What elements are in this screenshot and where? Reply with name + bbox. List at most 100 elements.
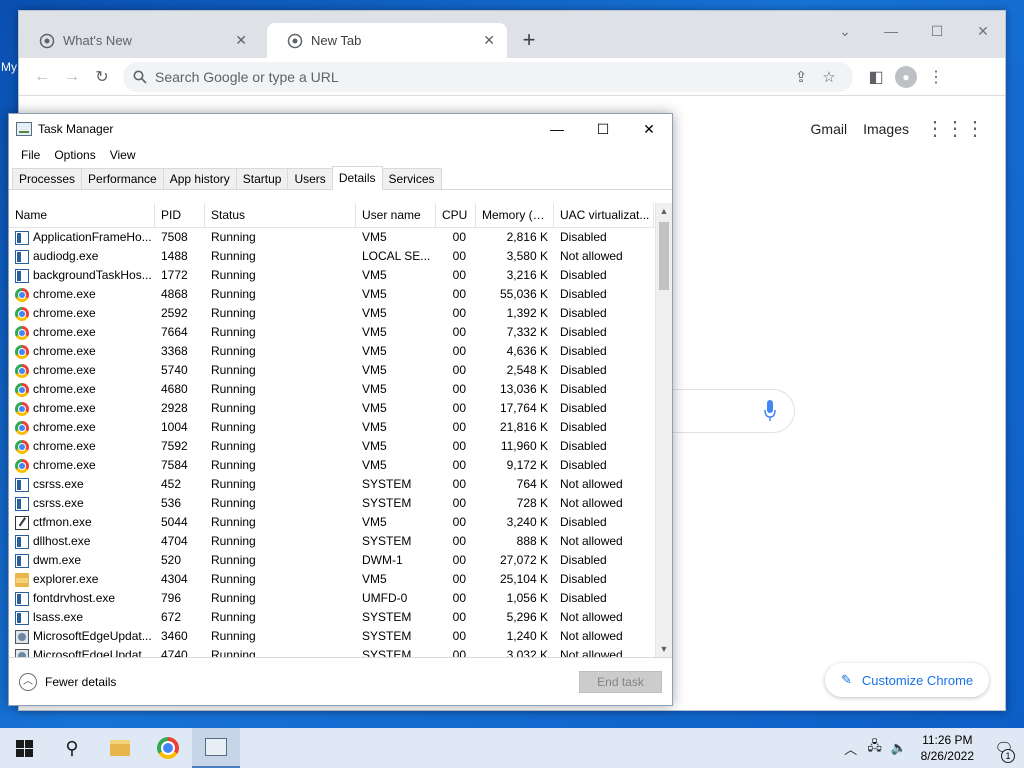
scroll-thumb[interactable]: [659, 222, 669, 290]
column-header-status[interactable]: Status: [205, 203, 356, 227]
tab-app-history[interactable]: App history: [162, 168, 237, 189]
table-row[interactable]: lsass.exe 672 Running SYSTEM 00 5,296 K Not al…: [9, 608, 672, 627]
vertical-scrollbar[interactable]: ▲ ▼: [655, 203, 672, 658]
menu-kebab-icon[interactable]: ⋮: [921, 62, 951, 92]
tab-search-icon[interactable]: ⌄: [822, 17, 868, 45]
apps-grid-icon[interactable]: ⋮⋮⋮: [925, 119, 985, 139]
menu-file[interactable]: File: [15, 148, 46, 162]
table-row[interactable]: chrome.exe 4680 Running VM5 00 13,036 K Disabl…: [9, 380, 672, 399]
chrome-icon: [15, 363, 29, 378]
file-explorer-button[interactable]: [96, 728, 144, 768]
new-tab-button[interactable]: +: [517, 28, 541, 52]
chrome-icon: [15, 382, 29, 397]
volume-icon[interactable]: 🔈: [887, 740, 911, 756]
table-row[interactable]: chrome.exe 4868 Running VM5 00 55,036 K Disabl…: [9, 285, 672, 304]
tab-startup[interactable]: Startup: [235, 168, 289, 189]
cpu-cell: 00: [452, 230, 466, 244]
notification-button[interactable]: 🗨 1: [984, 739, 1024, 763]
table-row[interactable]: csrss.exe 536 Running SYSTEM 00 728 K Not allo…: [9, 494, 672, 513]
menu-options[interactable]: Options: [48, 148, 101, 162]
process-name: audiodg.exe: [33, 249, 99, 263]
tab-new-tab[interactable]: New Tab ✕: [267, 23, 507, 58]
status-cell: Running: [211, 230, 256, 244]
table-row[interactable]: dwm.exe 520 Running DWM-1 00 27,072 K Disabled: [9, 551, 672, 570]
table-row[interactable]: ApplicationFrameHo... 7508 Running VM5 00 2,8…: [9, 228, 672, 247]
task-manager-taskbar-button[interactable]: [192, 728, 240, 768]
folder-icon: [15, 572, 29, 587]
share-icon[interactable]: ⇪: [787, 68, 815, 86]
forward-icon[interactable]: →: [57, 62, 87, 92]
table-row[interactable]: chrome.exe 2928 Running VM5 00 17,764 K Disabl…: [9, 399, 672, 418]
table-row[interactable]: chrome.exe 7664 Running VM5 00 7,332 K Disable…: [9, 323, 672, 342]
microphone-icon[interactable]: [764, 400, 776, 422]
scroll-up-icon[interactable]: ▲: [656, 203, 672, 220]
search-icon[interactable]: ⚲: [48, 728, 96, 768]
back-icon[interactable]: ←: [27, 62, 57, 92]
maximize-button[interactable]: ☐: [580, 121, 626, 138]
close-icon[interactable]: ✕: [235, 32, 247, 49]
maximize-button[interactable]: ☐: [914, 17, 960, 45]
scroll-down-icon[interactable]: ▼: [656, 641, 672, 658]
menu-view[interactable]: View: [104, 148, 142, 162]
table-header: ^ Name PID Status User name CPU Memory (…: [9, 203, 672, 228]
desktop-icon-label[interactable]: My: [1, 60, 17, 74]
reload-icon[interactable]: ↻: [87, 62, 117, 92]
process-name: backgroundTaskHos...: [33, 268, 152, 282]
tab-details[interactable]: Details: [331, 166, 383, 190]
edge-update-icon: [15, 629, 29, 644]
tab-performance[interactable]: Performance: [81, 168, 164, 189]
column-header-cpu[interactable]: CPU: [436, 203, 476, 227]
process-name: chrome.exe: [33, 401, 96, 415]
gmail-link[interactable]: Gmail: [811, 121, 848, 137]
table-row[interactable]: chrome.exe 7592 Running VM5 00 11,960 K Disabl…: [9, 437, 672, 456]
table-row[interactable]: dllhost.exe 4704 Running SYSTEM 00 888 K Not a…: [9, 532, 672, 551]
table-row[interactable]: MicrosoftEdgeUpdat... 3460 Running SYSTEM 00…: [9, 627, 672, 646]
table-row[interactable]: audiodg.exe 1488 Running LOCAL SE... 00 3,580…: [9, 247, 672, 266]
images-link[interactable]: Images: [863, 121, 909, 137]
network-icon[interactable]: 🖧: [863, 737, 887, 759]
chrome-taskbar-button[interactable]: [144, 728, 192, 768]
column-header-memory[interactable]: Memory (a...: [476, 203, 554, 227]
table-row[interactable]: chrome.exe 3368 Running VM5 00 4,636 K Disable…: [9, 342, 672, 361]
omnibox[interactable]: Search Google or type a URL ⇪ ☆: [123, 61, 853, 92]
side-panel-icon[interactable]: ◧: [861, 62, 891, 92]
chevron-up-icon[interactable]: ︿: [839, 739, 863, 758]
table-row[interactable]: backgroundTaskHos... 1772 Running VM5 00 3,21…: [9, 266, 672, 285]
user-cell: VM5: [362, 420, 387, 434]
table-row[interactable]: csrss.exe 452 Running SYSTEM 00 764 K Not allo…: [9, 475, 672, 494]
user-cell: VM5: [362, 306, 387, 320]
app-icon: [15, 249, 29, 264]
table-row[interactable]: fontdrvhost.exe 796 Running UMFD-0 00 1,056 K…: [9, 589, 672, 608]
table-row[interactable]: ctfmon.exe 5044 Running VM5 00 3,240 K Disable…: [9, 513, 672, 532]
column-header-pid[interactable]: PID: [155, 203, 205, 227]
close-icon[interactable]: ✕: [483, 32, 495, 49]
minimize-button[interactable]: —: [534, 121, 580, 137]
column-header-name[interactable]: Name: [9, 203, 155, 227]
close-button[interactable]: ✕: [960, 17, 1006, 45]
bookmark-star-icon[interactable]: ☆: [815, 68, 843, 86]
tab-whats-new[interactable]: What's New ✕: [19, 23, 259, 58]
table-row[interactable]: chrome.exe 1004 Running VM5 00 21,816 K Disabl…: [9, 418, 672, 437]
title-bar[interactable]: Task Manager — ☐ ✕: [9, 114, 672, 144]
end-task-button[interactable]: End task: [579, 670, 662, 693]
close-button[interactable]: ✕: [626, 121, 672, 138]
column-header-uac[interactable]: UAC virtualizat...: [554, 203, 654, 227]
customize-chrome-button[interactable]: ✎ Customize Chrome: [825, 663, 990, 697]
uac-cell: Disabled: [560, 458, 607, 472]
table-row[interactable]: explorer.exe 4304 Running VM5 00 25,104 K Disa…: [9, 570, 672, 589]
fewer-details-link[interactable]: Fewer details: [45, 675, 579, 689]
chevron-up-icon[interactable]: ︿: [19, 672, 37, 691]
cpu-cell: 00: [452, 306, 466, 320]
tab-services[interactable]: Services: [381, 168, 442, 189]
tab-users[interactable]: Users: [287, 168, 333, 189]
table-row[interactable]: chrome.exe 7584 Running VM5 00 9,172 K Disable…: [9, 456, 672, 475]
start-button[interactable]: [0, 728, 48, 768]
table-row[interactable]: chrome.exe 5740 Running VM5 00 2,548 K Disable…: [9, 361, 672, 380]
table-row[interactable]: chrome.exe 2592 Running VM5 00 1,392 K Disable…: [9, 304, 672, 323]
clock[interactable]: 11:26 PM 8/26/2022: [911, 732, 984, 764]
profile-button[interactable]: ●: [891, 62, 921, 92]
minimize-button[interactable]: —: [868, 17, 914, 45]
tab-processes[interactable]: Processes: [12, 168, 83, 189]
app-icon: [15, 610, 29, 625]
column-header-user[interactable]: User name: [356, 203, 436, 227]
